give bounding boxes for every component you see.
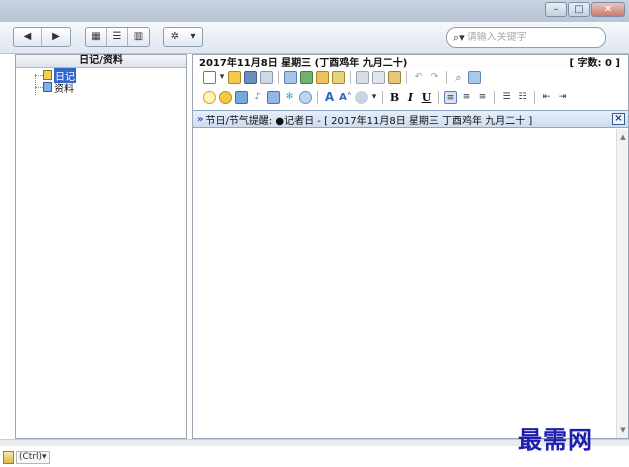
numbered-list-icon[interactable]: ☰ [500,91,513,104]
paste-options-label: (Ctrl)▾ [16,451,50,464]
insert-table-icon[interactable] [267,90,280,104]
emoticon-icon[interactable] [219,90,232,104]
format-toolbar: ♪ ✻ A A˄ ▾ B I U ≡ ≡ ≡ ☰ ☷ ⇤ ⇥ [193,86,628,108]
insert-image-icon[interactable] [235,90,248,104]
color-palette-icon[interactable] [355,90,368,104]
icon-view-button[interactable]: ▦ [86,28,107,46]
blue-book-icon [43,82,52,92]
export-icon[interactable] [316,70,329,84]
outdent-icon[interactable]: ⇤ [540,91,553,104]
attachment-icon[interactable] [332,70,345,84]
new-document-icon[interactable] [203,70,216,84]
entry-date: 2017年11月8日 星期三 (丁酉鸡年 九月二十) [199,58,408,69]
gear-icon: ✲ [170,31,180,42]
lightbulb-icon[interactable] [203,90,216,104]
scroll-up-arrow-icon[interactable]: ▲ [617,131,629,143]
insert-link-icon[interactable] [299,90,312,104]
find-icon[interactable]: ⌕ [452,71,465,84]
chevron-down-icon[interactable]: ▾ [371,91,377,104]
paste-icon[interactable] [388,70,401,84]
copy-icon[interactable] [356,70,369,84]
vertical-scrollbar[interactable]: ▲ ▼ [616,129,628,438]
tree-item-materials[interactable]: 资料 [32,81,186,95]
window-controls: – □ ✕ [545,2,625,17]
back-button[interactable]: ◀ [14,28,42,46]
maximize-button[interactable]: □ [568,2,590,17]
font-icon[interactable]: A [323,90,336,104]
save-icon[interactable] [244,70,257,84]
replace-icon[interactable] [468,70,481,84]
paste-options-button[interactable]: (Ctrl)▾ [3,451,50,464]
save-as-icon[interactable] [260,70,273,84]
forward-button[interactable]: ▶ [42,28,70,46]
double-chevron-icon: » [197,113,204,125]
music-icon[interactable]: ♪ [251,91,264,104]
diary-text-area[interactable] [193,129,616,438]
search-input[interactable] [466,32,587,43]
file-toolbar: ▾ ↶ ↷ ⌕ [193,68,628,86]
category-panel: 日记/资料 日记 资料 [15,54,187,439]
indent-icon[interactable]: ⇥ [556,91,569,104]
clipboard-icon [3,451,14,464]
tree-item-label: 资料 [54,83,74,95]
close-reminder-button[interactable]: × [612,113,625,125]
watermark-logo: 最需网 [518,425,593,454]
close-button[interactable]: ✕ [591,2,625,17]
cut-icon[interactable] [372,70,385,84]
settings-button[interactable]: ✲ ▾ [163,27,203,47]
word-count: [ 字数: 0 ] [569,58,620,69]
editor-header: 2017年11月8日 星期三 (丁酉鸡年 九月二十) [ 字数: 0 ] [193,55,628,69]
font-size-icon[interactable]: A˄ [339,91,352,104]
list-view-button[interactable]: ☰ [107,28,128,46]
open-folder-icon[interactable] [228,70,241,84]
print-icon[interactable] [284,70,297,84]
category-tree: 日记 资料 [16,67,186,95]
holiday-reminder-bar: » 节日/节气提醒: ●记者日 - [ 2017年11月8日 星期三 丁酉鸡年 … [193,110,628,128]
column-view-button[interactable]: ▥ [128,28,149,46]
chevron-down-icon: ▾ [190,31,196,42]
import-icon[interactable] [300,70,313,84]
undo-icon[interactable]: ↶ [412,71,425,84]
italic-button[interactable]: I [404,91,417,104]
search-box: ⌕▾ [446,27,606,48]
align-left-icon[interactable]: ≡ [444,90,457,104]
bullet-list-icon[interactable]: ☷ [516,91,529,104]
yellow-book-icon [43,70,52,80]
snowflake-icon[interactable]: ✻ [283,91,296,104]
editor-panel: 2017年11月8日 星期三 (丁酉鸡年 九月二十) [ 字数: 0 ] ▾ ↶… [192,54,629,439]
minimize-button[interactable]: – [545,2,567,17]
title-bar: – □ ✕ [0,0,629,22]
underline-button[interactable]: U [420,91,433,104]
main-toolbar: ◀ ▶ ▦ ☰ ▥ ✲ ▾ ⌕▾ [0,22,629,54]
chevron-down-icon[interactable]: ▾ [219,71,225,84]
holiday-reminder-text: 节日/节气提醒: ●记者日 - [ 2017年11月8日 星期三 丁酉鸡年 九月… [205,115,533,127]
nav-button-group: ◀ ▶ [13,27,71,47]
redo-icon[interactable]: ↷ [428,71,441,84]
bold-button[interactable]: B [388,91,401,104]
view-button-group: ▦ ☰ ▥ [85,27,150,47]
scroll-down-arrow-icon[interactable]: ▼ [617,424,629,436]
search-icon[interactable]: ⌕▾ [453,31,465,45]
align-center-icon[interactable]: ≡ [460,91,473,104]
align-right-icon[interactable]: ≡ [476,91,489,104]
category-header: 日记/资料 [16,55,186,68]
